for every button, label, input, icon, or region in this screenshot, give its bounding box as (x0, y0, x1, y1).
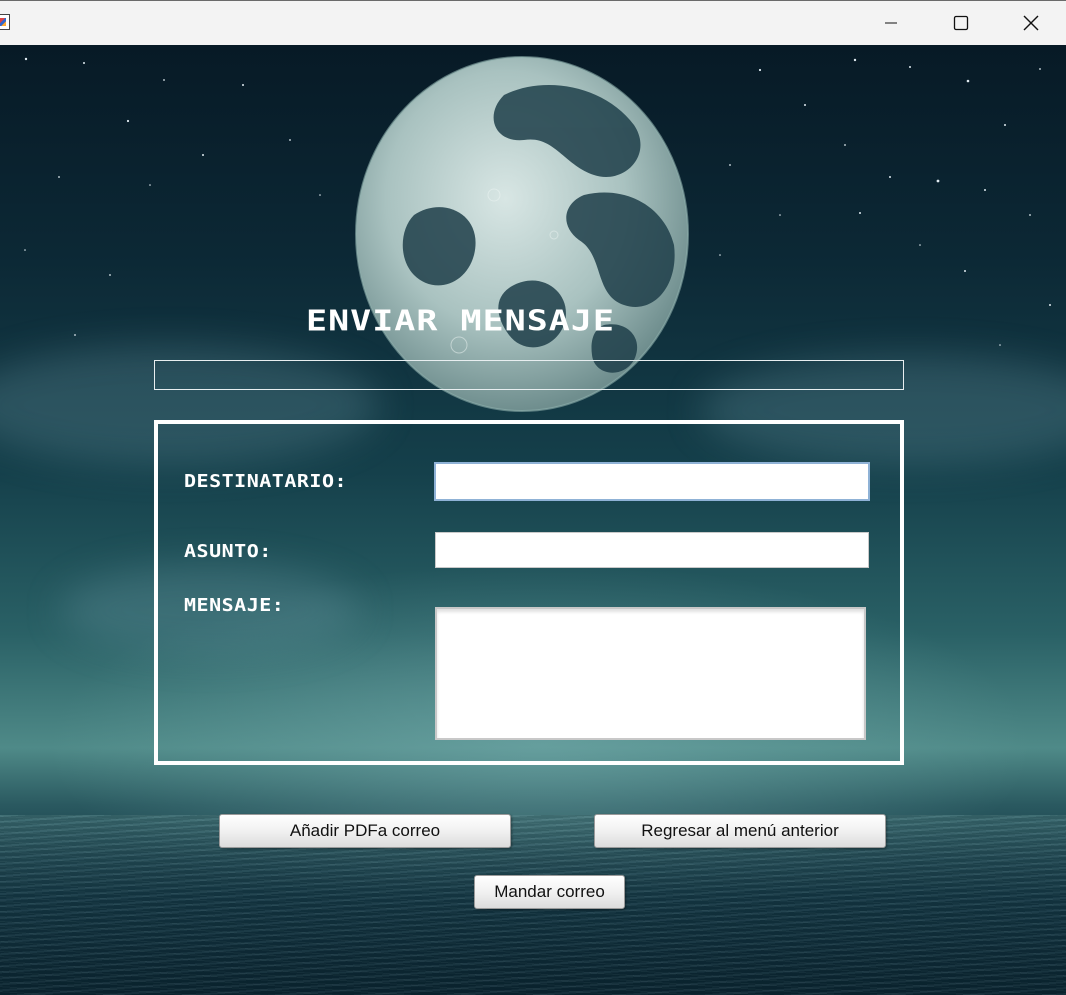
subject-label: ASUNTO: (184, 540, 272, 562)
minimize-button[interactable] (856, 1, 926, 45)
close-button[interactable] (996, 1, 1066, 45)
recipient-label: DESTINATARIO: (184, 470, 348, 492)
maximize-icon (953, 15, 969, 31)
send-email-button[interactable]: Mandar correo (474, 875, 625, 909)
window-title-bar (0, 0, 1066, 45)
status-bar (154, 360, 904, 390)
message-label: MENSAJE: (184, 594, 285, 616)
minimize-icon (885, 22, 897, 24)
message-textarea[interactable] (435, 607, 866, 740)
maximize-button[interactable] (926, 1, 996, 45)
add-pdf-button[interactable]: Añadir PDFa correo (219, 814, 511, 848)
java-app-icon (0, 14, 10, 30)
recipient-input[interactable] (434, 462, 870, 501)
subject-input[interactable] (435, 532, 869, 568)
close-icon (1023, 15, 1039, 31)
back-to-menu-button[interactable]: Regresar al menú anterior (594, 814, 886, 848)
page-title: ENVIAR MENSAJE (306, 305, 616, 338)
